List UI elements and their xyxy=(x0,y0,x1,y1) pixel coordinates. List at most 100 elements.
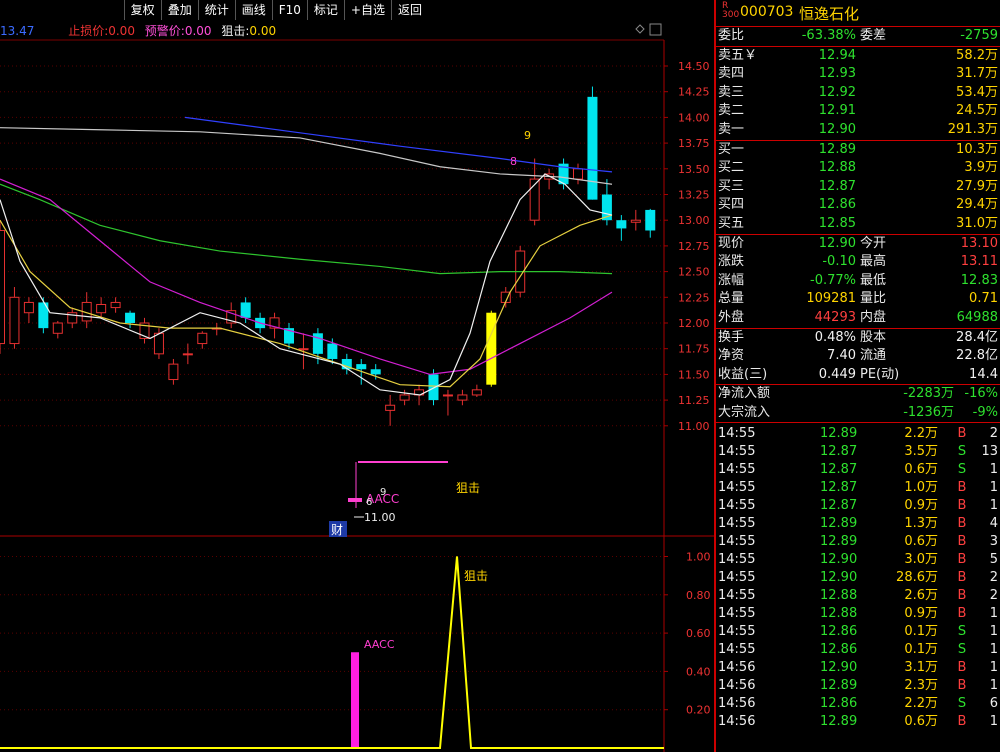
tick-row: 14:55 12.86 0.1万 S 1 xyxy=(716,623,1000,641)
sub-axis-label: 0.80 xyxy=(686,589,711,602)
tick-row: 14:56 12.90 3.1万 B 1 xyxy=(716,659,1000,677)
count-label: 8 xyxy=(510,155,517,168)
tick-time: 14:56 xyxy=(718,678,756,694)
bid-price: 12.89 xyxy=(818,141,856,157)
quote-label: 外盘 xyxy=(718,309,745,325)
tick-price: 12.87 xyxy=(820,498,858,514)
candle-body xyxy=(52,322,63,334)
tick-row: 14:55 12.90 3.0万 B 5 xyxy=(716,551,1000,569)
quote-row: 现价 12.90 今开 13.10 xyxy=(716,235,1000,254)
tick-price: 12.89 xyxy=(820,426,858,442)
ask-row: 卖二 12.91 24.5万 xyxy=(716,102,1000,121)
snipe-label: 狙击 xyxy=(456,481,480,495)
price-axis-label: 11.50 xyxy=(678,368,710,381)
quote-value: 12.90 xyxy=(818,235,856,251)
chart-toolbar: 复权 叠加 统计 画线 F10 标记 +自选 返回 xyxy=(123,0,428,20)
toolbar-mark-button[interactable]: 标记 xyxy=(306,0,344,20)
tick-time: 14:55 xyxy=(718,642,756,658)
tick-volume: 0.6万 xyxy=(904,534,938,550)
ma-yellow-line xyxy=(0,214,613,388)
warning-price-label: 预警价:0.00 xyxy=(144,24,212,38)
tick-side: B xyxy=(957,534,967,550)
tick-volume: 0.9万 xyxy=(904,606,938,622)
toolbar-draw-button[interactable]: 画线 xyxy=(234,0,272,20)
tick-volume: 3.5万 xyxy=(904,444,938,460)
stats-value: 22.8亿 xyxy=(956,348,998,364)
tick-time: 14:56 xyxy=(718,696,756,712)
tick-volume: 2.2万 xyxy=(904,696,938,712)
quote-value: 64988 xyxy=(956,309,998,325)
sub-snipe-line xyxy=(0,556,664,749)
toolbar-overlay-button[interactable]: 叠加 xyxy=(160,0,198,20)
tick-price: 12.90 xyxy=(820,660,858,676)
tick-list[interactable]: 14:55 12.89 2.2万 B 2 14:55 12.87 3.5万 S 13 14:55 12… xyxy=(716,422,1000,731)
fund-flow-value: -2283万 xyxy=(903,386,954,402)
toolbar-add-watchlist-button[interactable]: +自选 xyxy=(343,0,391,20)
aacc-marker xyxy=(348,498,362,502)
tick-volume: 0.6万 xyxy=(904,714,938,730)
tick-count: 1 xyxy=(989,678,998,694)
tick-volume: 0.1万 xyxy=(904,624,938,640)
price-axis-label: 13.75 xyxy=(678,137,710,150)
bid-label: 买一 xyxy=(718,141,745,157)
candle-body xyxy=(168,363,179,381)
tick-price: 12.89 xyxy=(820,534,858,550)
bid-volume: 27.9万 xyxy=(956,178,998,194)
tick-time: 14:55 xyxy=(718,516,756,532)
stats-row: 净资 7.40 流通 22.8亿 xyxy=(716,347,1000,366)
tick-count: 1 xyxy=(989,606,998,622)
tick-time: 14:55 xyxy=(718,480,756,496)
stats-label: PE(动) xyxy=(860,366,900,382)
candle-body xyxy=(370,369,381,375)
tick-side: B xyxy=(957,552,967,568)
tick-count: 1 xyxy=(989,462,998,478)
kline-chart[interactable]: 14.50 14.25 14.00 13.75 13.50 13.25 13.00 12.75… xyxy=(0,0,714,752)
ask-price: 12.92 xyxy=(818,84,856,100)
stats-label: 股本 xyxy=(860,329,887,345)
tick-price: 12.86 xyxy=(820,624,858,640)
tick-side: S xyxy=(957,642,967,658)
candle-body xyxy=(153,332,164,355)
quote-label: 内盘 xyxy=(860,309,887,325)
candle-body xyxy=(327,343,338,359)
tick-price: 12.90 xyxy=(820,552,858,568)
quote-value: 13.10 xyxy=(960,235,998,251)
toolbar-stats-button[interactable]: 统计 xyxy=(197,0,235,20)
sub-axis-label: 0.20 xyxy=(686,704,711,717)
tick-count: 6 xyxy=(989,696,998,712)
ask-volume: 53.4万 xyxy=(956,84,998,100)
ask-price: 12.94 xyxy=(818,47,856,63)
price-axis-label: 13.25 xyxy=(678,189,710,202)
tick-price: 12.87 xyxy=(820,480,858,496)
candle-body xyxy=(298,348,309,351)
tick-side: B xyxy=(957,516,967,532)
tick-row: 14:56 12.86 2.2万 S 6 xyxy=(716,695,1000,713)
weibi-row: 委比 -63.38% 委差 -2759 xyxy=(718,28,998,43)
kline-chart-area[interactable]: 14.50 14.25 14.00 13.75 13.50 13.25 13.00 12.75… xyxy=(0,0,714,752)
toolbar-back-button[interactable]: 返回 xyxy=(390,0,428,20)
stock-name: 恒逸石化 xyxy=(799,5,860,23)
quote-label: 现价 xyxy=(718,235,745,251)
tick-time: 14:55 xyxy=(718,624,756,640)
ask-volume: 58.2万 xyxy=(956,47,998,63)
price-axis-label: 12.25 xyxy=(678,291,710,304)
quote-row: 外盘 44293 内盘 64988 xyxy=(716,309,1000,328)
candle-body xyxy=(385,404,396,411)
ask-label: 卖五￥ xyxy=(718,47,758,63)
bid-price: 12.85 xyxy=(818,215,856,231)
ask-price: 12.93 xyxy=(818,66,856,82)
fund-flow-label: 大宗流入 xyxy=(718,404,771,420)
price-axis-label: 14.00 xyxy=(678,111,710,124)
toolbar-f10-button[interactable]: F10 xyxy=(271,0,307,20)
quote-label: 最高 xyxy=(860,254,887,270)
tick-volume: 0.1万 xyxy=(904,642,938,658)
candle-body xyxy=(110,301,121,309)
bid-row: 买四 12.86 29.4万 xyxy=(716,196,1000,215)
candle-body xyxy=(356,364,367,370)
toolbar-fuquan-button[interactable]: 复权 xyxy=(123,0,161,20)
ask-volume: 24.5万 xyxy=(956,103,998,119)
tick-time: 14:55 xyxy=(718,534,756,550)
count-label: 9 xyxy=(380,487,386,498)
candle-body xyxy=(573,168,583,180)
tick-volume: 3.1万 xyxy=(904,660,938,676)
